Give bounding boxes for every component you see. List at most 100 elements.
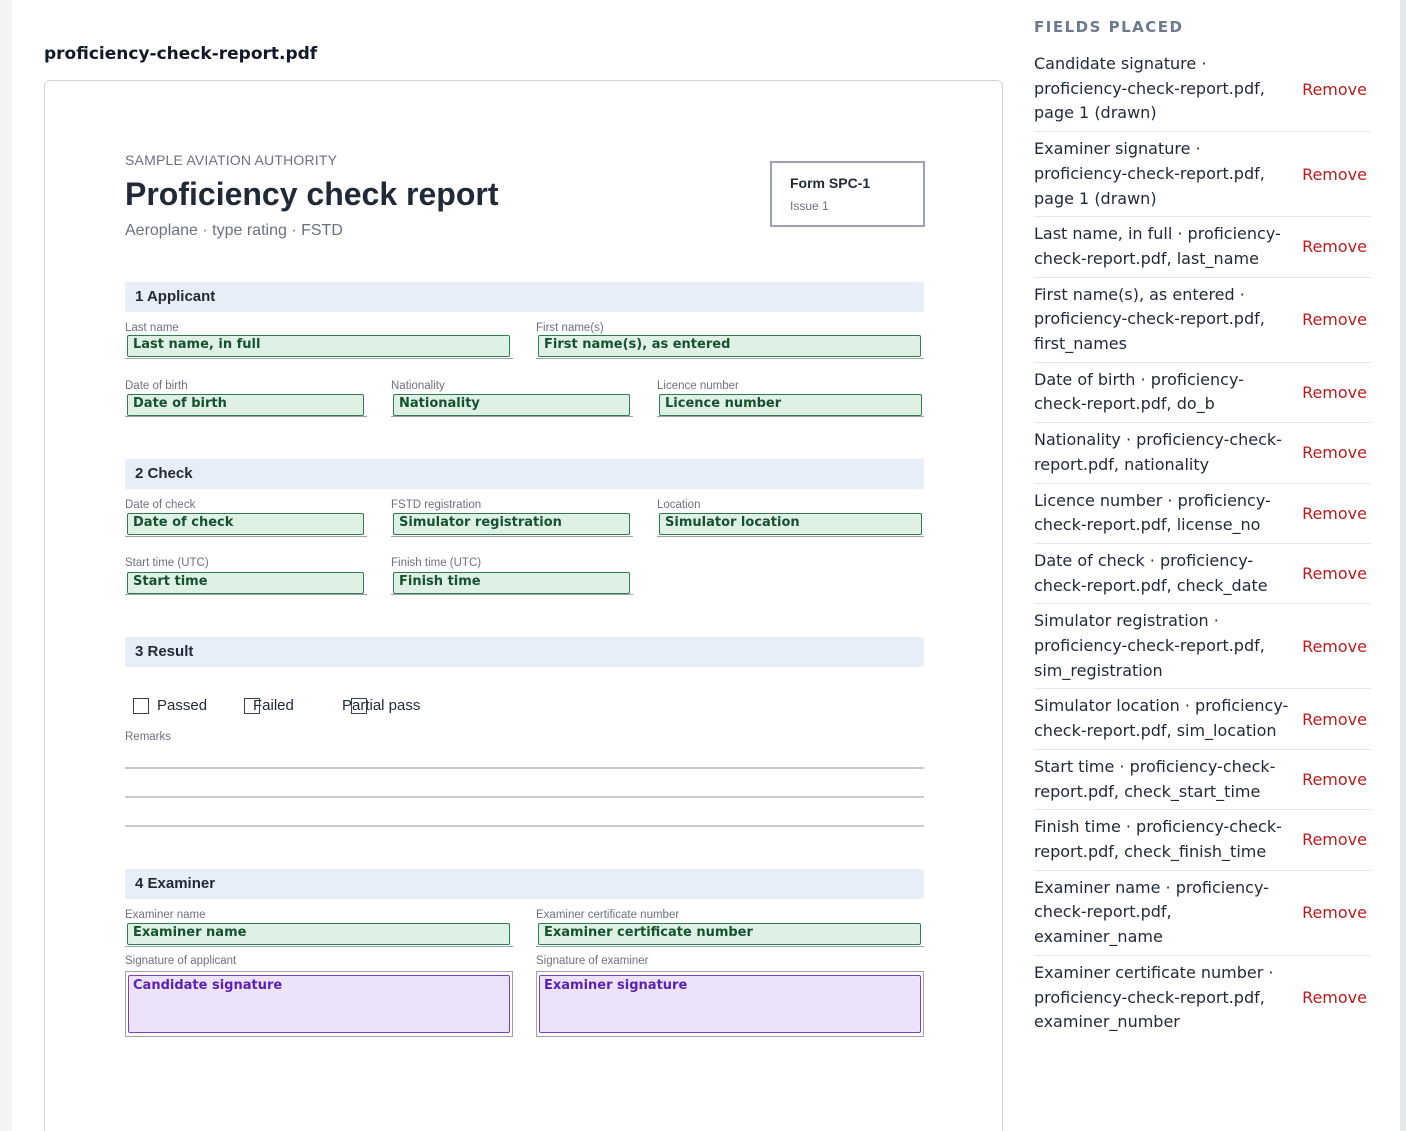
item-label: Candidate signature · proficiency-check-… [1034,54,1265,123]
item-label: Nationality · proficiency-check-report.p… [1034,430,1282,474]
list-item: Examiner name · proficiency-check-report… [1034,871,1371,956]
examiner-signature-field[interactable]: Examiner signature [539,975,921,1033]
placed-fields-list: Candidate signature · proficiency-check-… [1034,47,1371,1040]
list-item: Last name, in full · proficiency-check-r… [1034,217,1371,278]
item-label: Examiner certificate number · proficienc… [1034,962,1274,1032]
underline [125,416,367,417]
remove-button[interactable]: Remove [1302,443,1367,462]
remarks-line [125,825,924,827]
label-location: Location [657,499,701,511]
remove-button[interactable]: Remove [1302,310,1367,329]
form-issue: Issue 1 [790,199,829,213]
item-label: Date of check · proficiency-check-report… [1034,550,1268,595]
label-fstd: FSTD registration [391,499,482,511]
item-label: First name(s), as entered · proficiency-… [1034,284,1265,354]
item-label: Simulator location · proficiency-check-r… [1034,696,1289,741]
list-item: Simulator location · proficiency-check-r… [1034,689,1371,750]
label-first-names: First name(s) [536,322,604,334]
section-examiner: 4 Examiner [125,869,924,899]
list-item: Licence number · proficiency-check-repor… [1034,484,1371,544]
candidate-signature-field[interactable]: Candidate signature [128,975,510,1033]
app: proficiency-check-report.pdf SAMPLE AVIA… [0,0,1406,1131]
underline [657,536,924,537]
underline [391,536,633,537]
form-id-box: Form SPC-1 Issue 1 [770,161,925,227]
underline [657,416,924,417]
label-start-time: Start time (UTC) [125,557,209,569]
scrollbar-track[interactable] [1400,0,1406,1131]
item-label: Finish time · proficiency-check-report.p… [1034,817,1282,861]
underline [125,358,513,359]
label-dob: Date of birth [125,380,188,392]
label-examiner-cert: Examiner certificate number [536,909,680,921]
checkbox-passed[interactable] [133,698,149,714]
label-passed: Passed [157,697,208,714]
remove-button[interactable]: Remove [1302,770,1367,789]
label-sig-examiner: Signature of examiner [536,955,649,967]
remove-button[interactable]: Remove [1302,903,1367,922]
remove-button[interactable]: Remove [1302,564,1367,583]
field-nationality[interactable]: Nationality [393,394,630,416]
remarks-line [125,767,924,769]
item-label: Simulator registration · proficiency-che… [1034,611,1265,680]
label-examiner-name: Examiner name [125,909,206,921]
field-check-date[interactable]: Date of check [127,513,364,535]
field-finish-time[interactable]: Finish time [393,572,630,594]
file-title: proficiency-check-report.pdf [44,44,318,64]
remove-button[interactable]: Remove [1302,80,1367,99]
remove-button[interactable]: Remove [1302,830,1367,849]
label-licence: Licence number [657,380,739,392]
list-item: Date of birth · proficiency-check-report… [1034,363,1371,424]
remove-button[interactable]: Remove [1302,237,1367,256]
item-label: Examiner signature · proficiency-check-r… [1034,139,1265,208]
remove-button[interactable]: Remove [1302,165,1367,184]
list-item: Candidate signature · proficiency-check-… [1034,47,1371,133]
section-applicant: 1 Applicant [125,282,924,312]
underline [391,416,633,417]
field-examiner-name[interactable]: Examiner name [127,923,510,945]
label-sig-applicant: Signature of applicant [125,955,237,967]
field-simulator-location[interactable]: Simulator location [659,513,922,535]
underline [125,594,367,595]
field-last-name[interactable]: Last name, in full [127,335,510,357]
field-first-names[interactable]: First name(s), as entered [538,335,921,357]
issuing-authority: SAMPLE AVIATION AUTHORITY [125,152,338,168]
remove-button[interactable]: Remove [1302,504,1367,523]
checkbox-failed[interactable] [244,698,260,714]
label-remarks: Remarks [125,731,172,743]
remove-button[interactable]: Remove [1302,710,1367,729]
field-start-time[interactable]: Start time [127,572,364,594]
item-label: Start time · proficiency-check-report.pd… [1034,756,1276,801]
section-check: 2 Check [125,459,924,489]
list-item: Simulator registration · proficiency-che… [1034,604,1371,690]
list-item: First name(s), as entered · proficiency-… [1034,278,1371,363]
field-licence-number[interactable]: Licence number [659,394,922,416]
item-label: Last name, in full · proficiency-check-r… [1034,224,1281,268]
remarks-line [125,796,924,798]
panel-heading: FIELDS PLACED [1034,18,1184,36]
label-finish-time: Finish time (UTC) [391,557,482,569]
field-examiner-certificate[interactable]: Examiner certificate number [538,923,921,945]
field-simulator-registration[interactable]: Simulator registration [393,513,630,535]
label-check-date: Date of check [125,499,196,511]
form-name: Form SPC-1 [790,175,871,191]
label-nationality: Nationality [391,380,445,392]
label-last-name: Last name [125,322,179,334]
checkbox-partial-pass[interactable] [351,698,367,714]
list-item: Date of check · proficiency-check-report… [1034,544,1371,605]
underline [391,594,633,595]
item-label: Licence number · proficiency-check-repor… [1034,490,1271,535]
remove-button[interactable]: Remove [1302,637,1367,656]
list-item: Start time · proficiency-check-report.pd… [1034,750,1371,811]
field-date-of-birth[interactable]: Date of birth [127,394,364,416]
underline [536,946,924,947]
section-result: 3 Result [125,637,924,667]
item-label: Examiner name · proficiency-check-report… [1034,877,1269,947]
document-subtitle: Aeroplane · type rating · FSTD [125,222,343,239]
fields-placed-panel: FIELDS PLACED Candidate signature · prof… [1015,0,1400,1131]
remove-button[interactable]: Remove [1302,383,1367,402]
document-title: Proficiency check report [125,176,499,212]
list-item: Examiner signature · proficiency-check-r… [1034,132,1371,218]
remove-button[interactable]: Remove [1302,988,1367,1007]
document-pane: proficiency-check-report.pdf SAMPLE AVIA… [12,0,1015,1131]
